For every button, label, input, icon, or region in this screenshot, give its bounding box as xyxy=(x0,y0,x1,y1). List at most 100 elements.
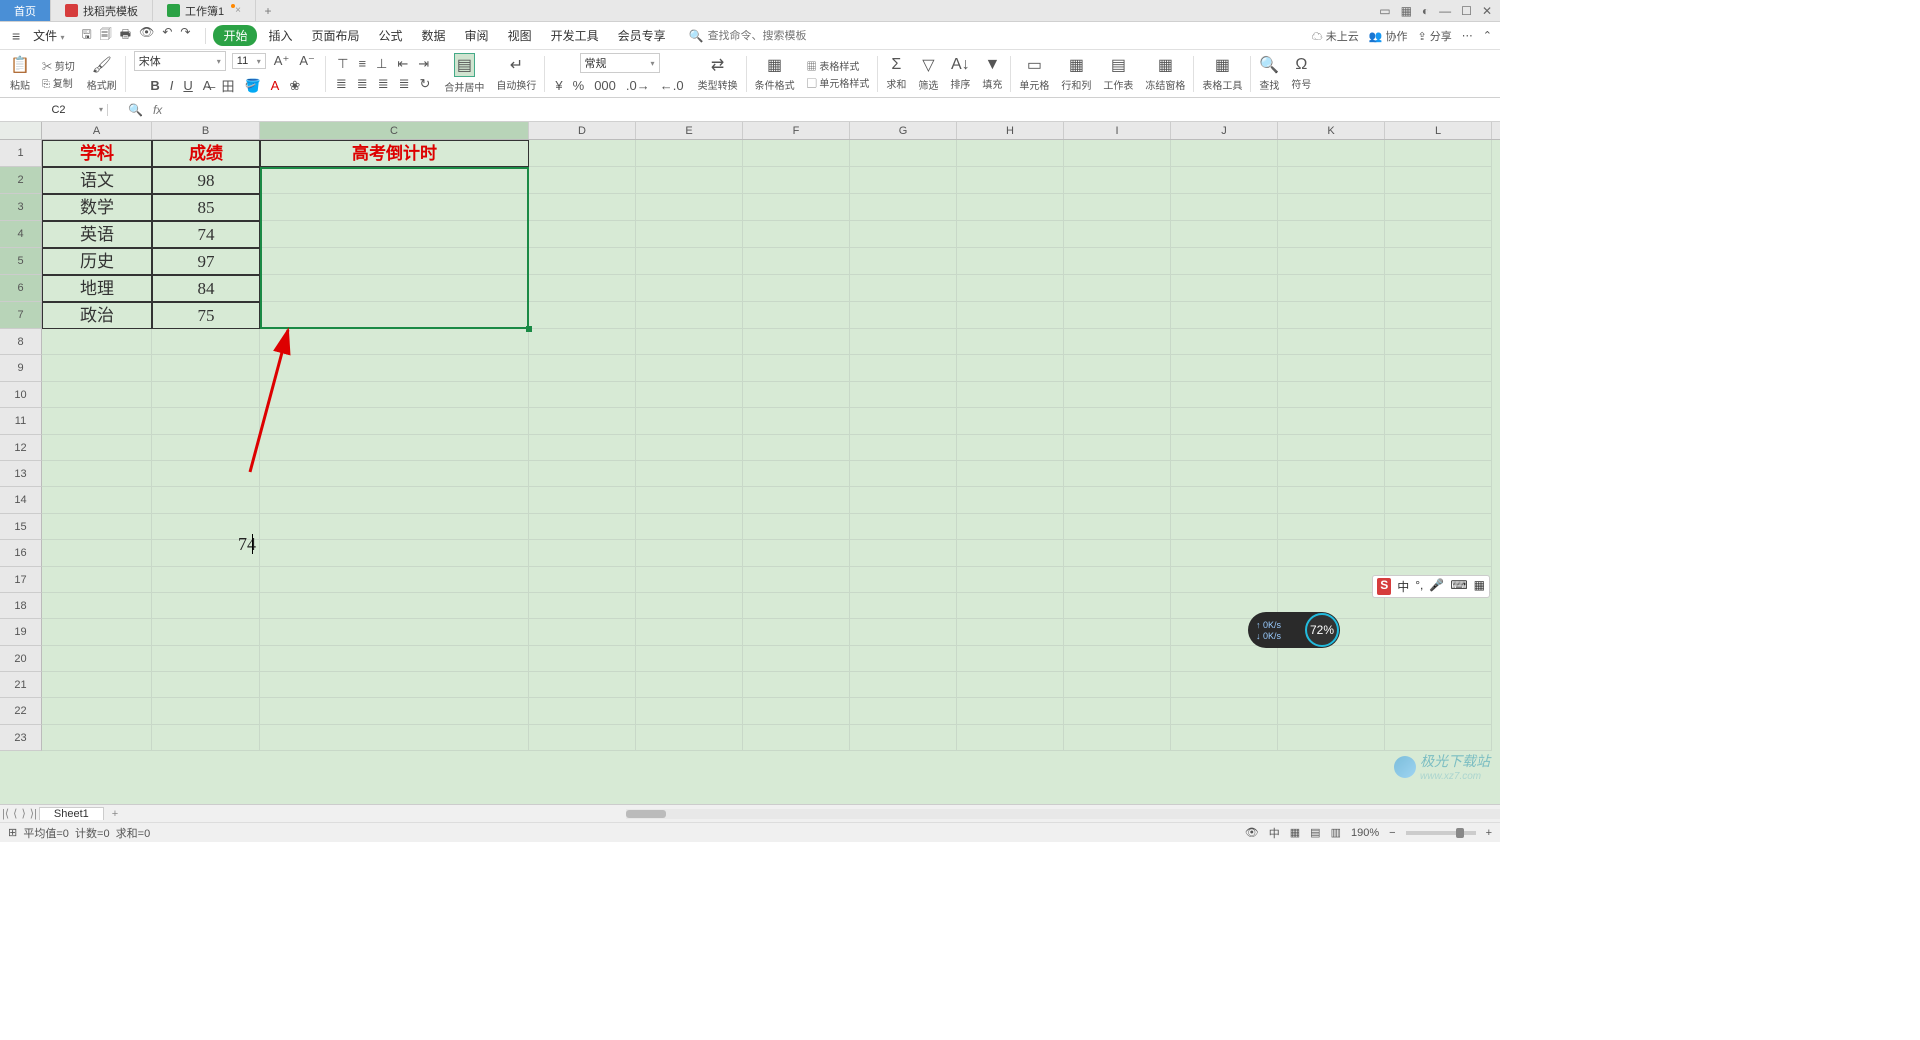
more-icon[interactable]: ⋯ xyxy=(1462,29,1473,42)
ime-toolbar[interactable]: S 中 °, 🎤 ⌨ ▦ xyxy=(1372,575,1490,598)
redo-icon[interactable]: ↷ xyxy=(180,25,190,46)
row-header-1[interactable]: 1 xyxy=(0,140,42,167)
cell[interactable] xyxy=(152,408,260,434)
view-break-icon[interactable]: ▥ xyxy=(1331,826,1341,839)
cell[interactable] xyxy=(1064,646,1171,672)
comma-icon[interactable]: 000 xyxy=(592,77,618,94)
cell[interactable] xyxy=(1064,514,1171,540)
cell[interactable] xyxy=(1278,567,1385,593)
close-button[interactable]: ✕ xyxy=(1482,4,1492,18)
tab-close-button[interactable]: × xyxy=(235,5,241,16)
cell[interactable] xyxy=(152,672,260,698)
row-header-4[interactable]: 4 xyxy=(0,221,42,248)
chevron-up-icon[interactable]: ⌃ xyxy=(1483,29,1492,42)
cell[interactable] xyxy=(529,593,636,619)
cell[interactable] xyxy=(1064,275,1171,302)
zoom-text-icon[interactable]: 中 xyxy=(1269,825,1280,841)
cell[interactable] xyxy=(1278,275,1385,302)
cell[interactable] xyxy=(743,435,850,461)
cell[interactable] xyxy=(1171,672,1278,698)
cell[interactable] xyxy=(957,167,1064,194)
cell[interactable] xyxy=(1278,221,1385,248)
cell[interactable] xyxy=(743,408,850,434)
cell[interactable] xyxy=(1385,646,1492,672)
phonetic-icon[interactable]: ❀ xyxy=(287,77,302,95)
filter-icon[interactable]: ▽ xyxy=(922,55,934,75)
cell[interactable] xyxy=(1171,725,1278,751)
cell[interactable] xyxy=(529,698,636,724)
cell[interactable] xyxy=(152,461,260,487)
menu-vip[interactable]: 会员专享 xyxy=(610,27,674,44)
cell[interactable] xyxy=(636,593,743,619)
cell[interactable] xyxy=(1278,408,1385,434)
cell[interactable] xyxy=(957,514,1064,540)
network-speed-widget[interactable]: ↑ 0K/s ↓ 0K/s 72% xyxy=(1248,612,1340,648)
cell[interactable] xyxy=(529,221,636,248)
cell[interactable] xyxy=(636,672,743,698)
view-page-icon[interactable]: ▤ xyxy=(1310,826,1320,839)
cell[interactable] xyxy=(957,275,1064,302)
cell[interactable] xyxy=(152,435,260,461)
cell[interactable] xyxy=(636,567,743,593)
col-header-L[interactable]: L xyxy=(1385,122,1492,139)
row-header-11[interactable]: 11 xyxy=(0,408,42,434)
cell[interactable] xyxy=(1171,514,1278,540)
selection-handle[interactable] xyxy=(526,326,532,332)
cell[interactable] xyxy=(1171,140,1278,167)
row-header-2[interactable]: 2 xyxy=(0,167,42,194)
cell[interactable] xyxy=(260,672,529,698)
file-menu[interactable]: 文件 ▾ xyxy=(27,27,70,44)
cell[interactable] xyxy=(1171,408,1278,434)
cell[interactable] xyxy=(1171,221,1278,248)
sheet-add-button[interactable]: + xyxy=(104,808,126,820)
cell[interactable] xyxy=(529,619,636,645)
sort-icon[interactable]: A↓ xyxy=(951,56,970,74)
ime-menu-icon[interactable]: ▦ xyxy=(1474,578,1485,595)
table-style-button[interactable]: ▦ 表格样式 xyxy=(807,58,860,73)
cell[interactable] xyxy=(529,725,636,751)
view-normal-icon[interactable]: ▦ xyxy=(1290,826,1300,839)
cell[interactable] xyxy=(1171,487,1278,513)
col-header-H[interactable]: H xyxy=(957,122,1064,139)
cell[interactable] xyxy=(260,646,529,672)
freeze-icon[interactable]: ▦ xyxy=(1158,55,1173,75)
percent-icon[interactable]: % xyxy=(571,77,587,94)
col-header-G[interactable]: G xyxy=(850,122,957,139)
row-header-12[interactable]: 12 xyxy=(0,435,42,461)
cell[interactable] xyxy=(1278,487,1385,513)
cell[interactable] xyxy=(957,698,1064,724)
ime-lang[interactable]: 中 xyxy=(1397,578,1409,595)
cell[interactable] xyxy=(850,167,957,194)
cell[interactable] xyxy=(1171,698,1278,724)
cell[interactable] xyxy=(1278,672,1385,698)
sheet-nav-next[interactable]: ⟩ xyxy=(19,807,27,820)
align-mid-icon[interactable]: ≡ xyxy=(356,55,368,72)
cell[interactable] xyxy=(743,698,850,724)
align-bot-icon[interactable]: ⊥ xyxy=(374,55,389,73)
cell[interactable] xyxy=(260,593,529,619)
cell[interactable] xyxy=(957,593,1064,619)
cell[interactable] xyxy=(1385,194,1492,221)
cell[interactable] xyxy=(957,355,1064,381)
cell[interactable] xyxy=(529,194,636,221)
cut-button[interactable]: ✂ 剪切 xyxy=(42,58,75,73)
cell[interactable] xyxy=(260,725,529,751)
symbol-icon[interactable]: Ω xyxy=(1295,56,1307,74)
cell[interactable] xyxy=(42,593,152,619)
cell[interactable] xyxy=(1278,461,1385,487)
row-header-5[interactable]: 5 xyxy=(0,248,42,275)
col-header-K[interactable]: K xyxy=(1278,122,1385,139)
cell[interactable] xyxy=(1385,672,1492,698)
row-header-16[interactable]: 16 xyxy=(0,540,42,566)
cell[interactable] xyxy=(42,619,152,645)
cell[interactable] xyxy=(42,408,152,434)
cell[interactable] xyxy=(636,382,743,408)
col-header-E[interactable]: E xyxy=(636,122,743,139)
cell[interactable]: 85 xyxy=(152,194,260,221)
cell[interactable] xyxy=(260,248,529,275)
strike-icon[interactable]: A̶ xyxy=(201,77,214,94)
cell[interactable] xyxy=(1064,194,1171,221)
cell[interactable] xyxy=(743,167,850,194)
cell[interactable] xyxy=(529,672,636,698)
cell[interactable]: 98 xyxy=(152,167,260,194)
